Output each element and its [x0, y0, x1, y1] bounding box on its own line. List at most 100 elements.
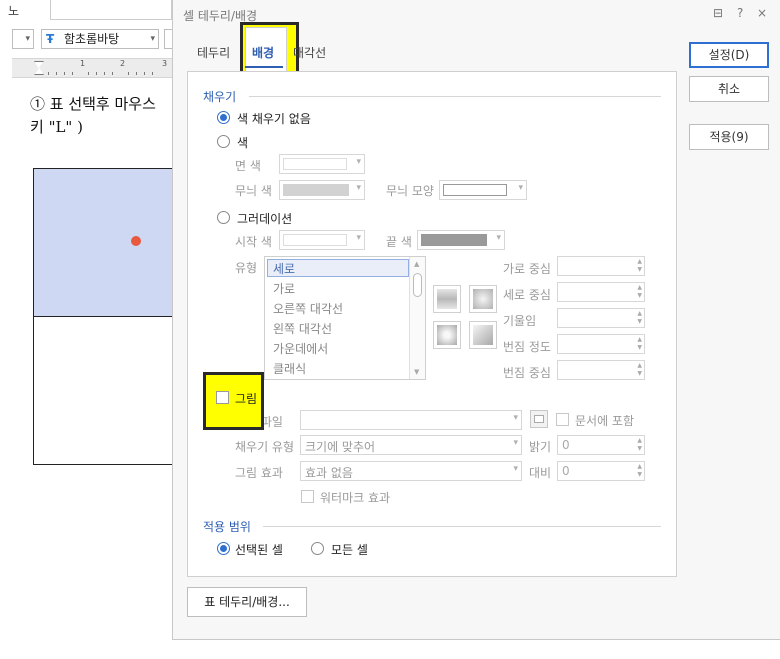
blur-degree-spinner[interactable]: ▲ ▼: [557, 334, 645, 354]
gradient-preview-radial[interactable]: [469, 285, 497, 313]
ruler-number: 3: [162, 59, 168, 68]
no-fill-radio[interactable]: [217, 111, 230, 124]
all-cells-radio[interactable]: [311, 542, 324, 555]
section-divider: [263, 526, 661, 527]
watermark-label: 워터마크 효과: [320, 491, 391, 505]
picture-file-picker[interactable]: ▾: [300, 410, 522, 430]
table-border-background-button[interactable]: 표 테두리/배경...: [187, 587, 307, 617]
slope-label: 기울임: [503, 314, 537, 328]
fill-type-value: 크기에 맞추어: [305, 440, 376, 454]
horizontal-center-spinner[interactable]: ▲ ▼: [557, 256, 645, 276]
watermark-checkbox[interactable]: [301, 490, 314, 503]
list-item[interactable]: 왼쪽 대각선: [273, 320, 332, 337]
end-color-picker[interactable]: ▾: [417, 230, 505, 250]
brightness-spinner[interactable]: 0 ▲ ▼: [557, 435, 645, 455]
help-icon[interactable]: ?: [737, 6, 743, 20]
picture-checkbox[interactable]: [216, 391, 229, 404]
selected-table-cell[interactable]: [34, 169, 173, 317]
chevron-down-icon: ▾: [513, 464, 518, 474]
toolbar-next-dropdown[interactable]: [164, 29, 172, 49]
list-item[interactable]: 세로: [273, 260, 295, 277]
horizontal-ruler[interactable]: 1 2 3: [12, 58, 172, 78]
list-item[interactable]: 클래식: [273, 360, 306, 377]
document-table[interactable]: [33, 168, 173, 465]
selected-cell-radio[interactable]: [217, 542, 230, 555]
chevron-down-icon: ▾: [25, 34, 30, 44]
face-color-picker[interactable]: ▾: [279, 154, 365, 174]
toolbar-field-top[interactable]: [50, 0, 172, 20]
brightness-value: 0: [562, 438, 570, 452]
include-in-doc-checkbox[interactable]: [556, 413, 569, 426]
start-color-label: 시작 색: [235, 235, 272, 249]
chevron-down-icon: ▾: [513, 438, 518, 448]
section-divider: [249, 96, 661, 97]
gradation-radio[interactable]: [217, 211, 230, 224]
pattern-shape-picker[interactable]: ▾: [439, 180, 527, 200]
blur-degree-label: 번짐 정도: [503, 340, 551, 354]
cell-border-background-dialog: 셀 테두리/배경 ⊟ ? × 테두리 배경 대각선 설정(D) 취소 적용(9)…: [172, 0, 780, 640]
chevron-down-icon: ▾: [356, 183, 361, 193]
ok-button[interactable]: 설정(D): [689, 42, 769, 68]
picture-effect-value: 효과 없음: [305, 466, 353, 480]
minimize-icon[interactable]: ⊟: [713, 6, 723, 20]
list-item[interactable]: 가로: [273, 280, 295, 297]
tab-border[interactable]: 테두리: [197, 44, 230, 61]
contrast-value: 0: [562, 464, 570, 478]
pattern-shape-label: 무늬 모양: [386, 184, 434, 198]
cancel-button[interactable]: 취소: [689, 76, 769, 102]
font-name-dropdown[interactable]: Ŧ 함초롬바탕 ▾: [41, 29, 159, 49]
tab-active-indicator: [245, 66, 283, 68]
gradation-type-list[interactable]: 세로 가로 오른쪽 대각선 왼쪽 대각선 가운데에서 클래식 ▲ ▼: [264, 256, 426, 380]
include-in-doc-label: 문서에 포함: [575, 414, 635, 428]
fill-type-dropdown[interactable]: 크기에 맞추어 ▾: [300, 435, 522, 455]
brightness-label: 밝기: [529, 440, 552, 454]
end-color-label: 끝 색: [386, 235, 412, 249]
horizontal-center-label: 가로 중심: [503, 262, 551, 276]
picture-effect-dropdown[interactable]: 효과 없음 ▾: [300, 461, 522, 481]
apply-button[interactable]: 적용(9): [689, 124, 769, 150]
toolbar-fragment: 노: [8, 4, 20, 18]
chevron-down-icon: ▾: [150, 34, 155, 44]
scope-section-title: 적용 범위: [203, 520, 251, 534]
start-color-picker[interactable]: ▾: [279, 230, 365, 250]
scroll-thumb[interactable]: [413, 273, 422, 297]
scroll-down-icon[interactable]: ▼: [414, 368, 419, 376]
list-item[interactable]: 오른쪽 대각선: [273, 300, 343, 317]
chevron-down-icon: ▾: [513, 413, 518, 423]
list-item[interactable]: 가운데에서: [273, 340, 328, 357]
document-text-line: ① 표 선택후 마우스: [30, 95, 156, 113]
slope-spinner[interactable]: ▲ ▼: [557, 308, 645, 328]
picture-label: 그림: [235, 392, 258, 406]
tab-diagonal[interactable]: 대각선: [293, 44, 326, 61]
face-color-label: 면 색: [235, 159, 261, 173]
vertical-center-spinner[interactable]: ▲ ▼: [557, 282, 645, 302]
gradient-preview-diagonal[interactable]: [469, 321, 497, 349]
type-label: 유형: [235, 261, 258, 275]
ruler-number: 2: [120, 59, 126, 68]
ruler-number: 1: [80, 59, 86, 68]
gradation-label: 그러데이션: [237, 212, 293, 226]
selected-cell-label: 선택된 셀: [235, 543, 283, 557]
toolbar-small-dropdown[interactable]: ▾: [12, 29, 34, 49]
all-cells-label: 모든 셀: [331, 543, 368, 557]
pattern-color-label: 무늬 색: [235, 184, 272, 198]
chevron-down-icon: ▾: [356, 157, 361, 167]
picture-effect-label: 그림 효과: [235, 466, 283, 480]
color-fill-radio[interactable]: [217, 135, 230, 148]
chevron-down-icon: ▾: [356, 233, 361, 243]
browse-picture-icon[interactable]: [530, 410, 548, 428]
fill-type-label: 채우기 유형: [235, 440, 295, 454]
tab-background[interactable]: 배경: [252, 44, 274, 61]
pattern-color-picker[interactable]: ▾: [279, 180, 365, 200]
font-name-value: 함초롬바탕: [64, 32, 120, 46]
gradient-preview-horizontal[interactable]: [433, 285, 461, 313]
blur-center-spinner[interactable]: ▲ ▼: [557, 360, 645, 380]
indent-marker-icon[interactable]: [34, 61, 44, 75]
list-scrollbar[interactable]: ▲ ▼: [409, 257, 425, 379]
gradient-preview-center[interactable]: [433, 321, 461, 349]
cursor-dot-marker: [131, 236, 141, 246]
document-text-line: 키 "L" ): [30, 118, 83, 136]
contrast-spinner[interactable]: 0 ▲ ▼: [557, 461, 645, 481]
scroll-up-icon[interactable]: ▲: [414, 260, 419, 268]
close-icon[interactable]: ×: [757, 6, 767, 20]
